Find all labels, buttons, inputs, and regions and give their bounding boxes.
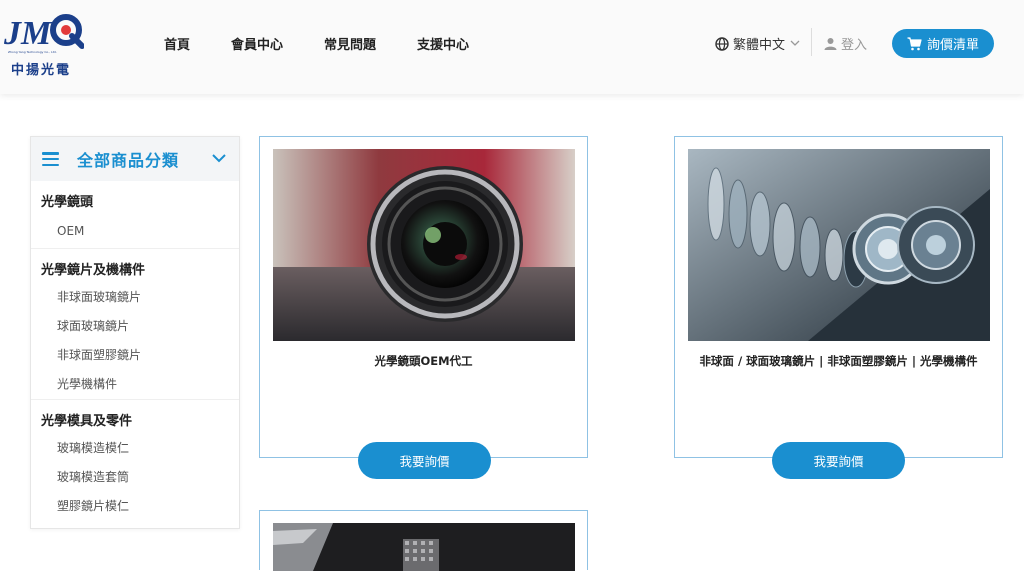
subcategory-glass-mold-sleeve[interactable]: 玻璃模造套筒 bbox=[31, 463, 239, 492]
brand-logo[interactable]: JM Zhong Yang Technology Co., Ltd. 中揚光電 bbox=[4, 10, 84, 78]
product-card: 光學鏡頭OEM代工 我要詢價 bbox=[259, 136, 588, 479]
quote-list-label: 詢價清單 bbox=[926, 38, 979, 53]
brand-name: 中揚光電 bbox=[11, 63, 72, 78]
subcategory-optical-parts[interactable]: 光學機構件 bbox=[31, 370, 239, 399]
category-title: 全部商品分類 bbox=[77, 151, 180, 170]
nav-home[interactable]: 首頁 bbox=[164, 34, 190, 53]
product-image[interactable] bbox=[273, 149, 575, 341]
user-icon bbox=[824, 38, 837, 50]
product-image[interactable] bbox=[688, 149, 990, 341]
chevron-down-icon bbox=[790, 40, 800, 46]
category-group: 光學模具及零件 玻璃模造模仁 玻璃模造套筒 塑膠鏡片模仁 bbox=[31, 400, 239, 521]
subcategory-plastic-mold-core[interactable]: 塑膠鏡片模仁 bbox=[31, 492, 239, 521]
login-link[interactable]: 登入 bbox=[824, 34, 867, 53]
language-selector[interactable]: 繁體中文 bbox=[715, 34, 804, 53]
category-header[interactable]: 全部商品分類 bbox=[31, 137, 239, 181]
category-optical-lens[interactable]: 光學鏡頭 bbox=[31, 181, 239, 215]
product-card: 非球面 / 球面玻璃鏡片 | 非球面塑膠鏡片 | 光學機構件 我要詢價 bbox=[674, 136, 1003, 479]
login-label: 登入 bbox=[841, 38, 868, 53]
request-quote-button[interactable]: 我要詢價 bbox=[358, 442, 491, 479]
nav-faq[interactable]: 常見問題 bbox=[324, 34, 376, 53]
category-sidebar: 全部商品分類 光學鏡頭 OEM 光學鏡片及機構件 非球面玻璃鏡片 球面玻璃鏡片 … bbox=[30, 136, 240, 529]
subcategory-oem[interactable]: OEM bbox=[31, 215, 239, 248]
main-nav: 首頁 會員中心 常見問題 支援中心 bbox=[164, 34, 510, 53]
subcategory-aspheric-plastic[interactable]: 非球面塑膠鏡片 bbox=[31, 341, 239, 370]
category-group: 光學鏡片及機構件 非球面玻璃鏡片 球面玻璃鏡片 非球面塑膠鏡片 光學機構件 bbox=[31, 249, 239, 400]
nav-member-center[interactable]: 會員中心 bbox=[231, 34, 283, 53]
category-group: 光學鏡頭 OEM bbox=[31, 181, 239, 249]
menu-icon bbox=[42, 152, 59, 166]
subcategory-aspheric-glass[interactable]: 非球面玻璃鏡片 bbox=[31, 283, 239, 312]
brand-subtext: Zhong Yang Technology Co., Ltd. bbox=[8, 50, 57, 54]
product-title[interactable]: 非球面 / 球面玻璃鏡片 | 非球面塑膠鏡片 | 光學機構件 bbox=[675, 353, 1002, 369]
request-quote-button[interactable]: 我要詢價 bbox=[772, 442, 905, 479]
exploded-lens-image bbox=[688, 149, 990, 341]
nav-support[interactable]: 支援中心 bbox=[417, 34, 469, 53]
category-lens-and-parts[interactable]: 光學鏡片及機構件 bbox=[31, 249, 239, 283]
jmq-logo-icon: JM bbox=[4, 14, 84, 52]
product-card bbox=[259, 510, 588, 571]
camera-lens-image bbox=[273, 149, 575, 341]
globe-icon bbox=[715, 36, 729, 51]
subcategory-glass-mold-core[interactable]: 玻璃模造模仁 bbox=[31, 434, 239, 463]
product-title[interactable]: 光學鏡頭OEM代工 bbox=[260, 353, 587, 369]
site-header: JM Zhong Yang Technology Co., Ltd. 中揚光電 … bbox=[0, 0, 1024, 94]
quote-list-button[interactable]: 詢價清單 bbox=[892, 29, 994, 58]
chevron-down-icon bbox=[212, 154, 226, 163]
subcategory-spherical-glass[interactable]: 球面玻璃鏡片 bbox=[31, 312, 239, 341]
svg-text:JM: JM bbox=[4, 15, 53, 52]
cart-icon bbox=[907, 36, 922, 50]
language-label: 繁體中文 bbox=[733, 38, 786, 53]
header-divider bbox=[811, 28, 812, 56]
category-molds[interactable]: 光學模具及零件 bbox=[31, 400, 239, 434]
